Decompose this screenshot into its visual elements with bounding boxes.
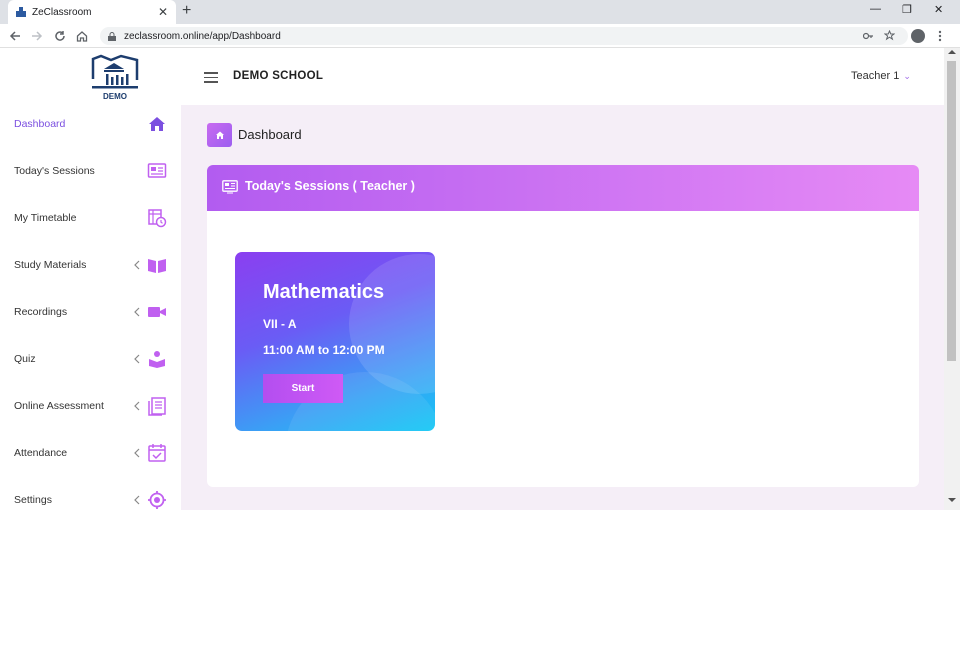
session-time: 11:00 AM to 12:00 PM xyxy=(263,343,385,357)
forward-arrow-icon[interactable] xyxy=(31,30,43,42)
chevron-left-icon xyxy=(134,495,140,505)
back-arrow-icon[interactable] xyxy=(9,30,21,42)
chevron-left-icon xyxy=(134,401,140,411)
reload-icon[interactable] xyxy=(54,30,66,42)
sessions-icon xyxy=(147,163,167,178)
profile-avatar-icon[interactable] xyxy=(911,29,925,43)
sidebar-item-study-materials[interactable]: Study Materials xyxy=(0,250,181,280)
sidebar: DEMO Dashboard Today's Sessions My Timet… xyxy=(0,48,181,510)
quiz-icon xyxy=(149,351,165,368)
session-card[interactable]: Mathematics VII - A 11:00 AM to 12:00 PM… xyxy=(235,252,435,431)
sidebar-item-label: Quiz xyxy=(14,353,36,365)
sidebar-item-my-timetable[interactable]: My Timetable xyxy=(0,203,181,233)
chevron-down-icon: ⌄ xyxy=(903,71,911,81)
assessment-icon xyxy=(148,397,166,416)
sidebar-item-online-assessment[interactable]: Online Assessment xyxy=(0,391,181,421)
window-minimize-button[interactable]: — xyxy=(870,3,881,15)
browser-toolbar: zeclassroom.online/app/Dashboard xyxy=(0,24,960,48)
breadcrumb-home-icon[interactable] xyxy=(207,123,232,147)
window-restore-button[interactable]: ❐ xyxy=(902,3,912,16)
lock-icon xyxy=(108,31,116,41)
sidebar-item-todays-sessions[interactable]: Today's Sessions xyxy=(0,156,181,186)
chevron-left-icon xyxy=(134,354,140,364)
sidebar-item-label: Attendance xyxy=(14,447,68,459)
sidebar-item-dashboard[interactable]: Dashboard xyxy=(0,109,181,139)
scrollbar-thumb[interactable] xyxy=(947,61,956,361)
sidebar-item-label: Online Assessment xyxy=(14,400,104,412)
sidebar-item-label: Study Materials xyxy=(14,259,87,271)
panel-header: Today's Sessions ( Teacher ) xyxy=(207,165,919,211)
school-logo[interactable]: DEMO xyxy=(90,53,140,103)
browser-menu-icon[interactable] xyxy=(938,30,942,42)
sidebar-item-label: Settings xyxy=(14,494,52,506)
hamburger-menu-icon[interactable] xyxy=(204,72,218,86)
app-favicon-icon xyxy=(16,7,26,17)
url-text: zeclassroom.online/app/Dashboard xyxy=(124,30,281,42)
video-icon xyxy=(148,307,166,317)
sidebar-item-label: Recordings xyxy=(14,306,68,318)
book-icon xyxy=(148,259,166,273)
settings-icon xyxy=(148,491,166,509)
address-bar[interactable]: zeclassroom.online/app/Dashboard xyxy=(100,27,908,45)
browser-tab[interactable]: ZeClassroom ✕ xyxy=(8,0,176,24)
sidebar-item-quiz[interactable]: Quiz xyxy=(0,344,181,374)
tab-close-icon[interactable]: ✕ xyxy=(158,5,168,19)
sidebar-item-settings[interactable]: Settings xyxy=(0,485,181,510)
sidebar-item-label: Today's Sessions xyxy=(14,165,95,177)
chevron-left-icon xyxy=(134,260,140,270)
calendar-check-icon xyxy=(148,444,166,462)
scroll-down-arrow-icon[interactable] xyxy=(948,498,956,503)
window-close-button[interactable]: ✕ xyxy=(934,3,943,16)
new-tab-button[interactable]: + xyxy=(182,2,191,20)
sidebar-item-recordings[interactable]: Recordings xyxy=(0,297,181,327)
sidebar-item-label: Dashboard xyxy=(14,118,66,130)
logo-text: DEMO xyxy=(103,92,127,101)
start-session-button[interactable]: Start xyxy=(263,374,343,403)
home-icon xyxy=(149,117,165,131)
top-header: DEMO SCHOOL Teacher 1 ⌄ xyxy=(181,48,944,105)
panel-title: Today's Sessions ( Teacher ) xyxy=(245,179,415,193)
key-icon[interactable] xyxy=(863,31,874,41)
browser-tab-bar: ZeClassroom ✕ + — ❐ ✕ xyxy=(0,0,960,24)
bookmark-star-icon[interactable] xyxy=(884,30,895,41)
scroll-up-arrow-icon[interactable] xyxy=(948,49,956,54)
sidebar-item-label: My Timetable xyxy=(14,212,77,224)
sidebar-item-attendance[interactable]: Attendance xyxy=(0,438,181,468)
tab-title: ZeClassroom xyxy=(32,6,92,18)
page-scrollbar[interactable] xyxy=(944,48,960,510)
session-subject: Mathematics xyxy=(263,281,385,303)
timetable-icon xyxy=(148,209,167,228)
chevron-left-icon xyxy=(134,307,140,317)
sessions-header-icon xyxy=(222,180,238,194)
user-name: Teacher 1 xyxy=(851,70,900,82)
user-menu[interactable]: Teacher 1 ⌄ xyxy=(851,70,911,82)
home-small-icon xyxy=(215,131,224,139)
page-title: Dashboard xyxy=(238,127,302,142)
session-class: VII - A xyxy=(263,317,297,331)
chevron-left-icon xyxy=(134,448,140,458)
home-browser-icon[interactable] xyxy=(76,30,88,42)
school-name: DEMO SCHOOL xyxy=(233,70,324,82)
